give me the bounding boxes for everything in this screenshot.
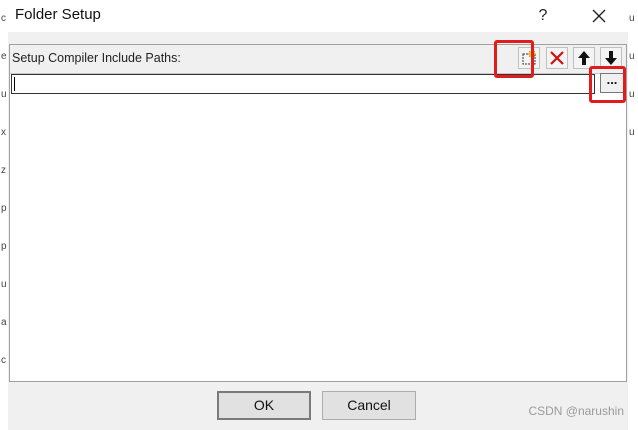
paths-list-scroll-area xyxy=(617,95,625,381)
text-caret xyxy=(14,77,15,91)
move-up-icon xyxy=(578,51,590,65)
background-window-right-edge: uuuu xyxy=(627,0,638,430)
dialog-title: Folder Setup xyxy=(15,6,101,23)
highlight-new-path-button xyxy=(494,40,534,78)
ok-button[interactable]: OK xyxy=(217,391,311,420)
folder-setup-dialog: Folder Setup ? Setup Compiler Include Pa… xyxy=(8,0,628,430)
move-down-icon xyxy=(605,51,617,65)
delete-path-button[interactable] xyxy=(546,47,568,69)
highlight-browse-button xyxy=(589,66,626,103)
delete-icon xyxy=(550,51,564,65)
title-bar: Folder Setup ? xyxy=(8,0,628,32)
close-icon xyxy=(592,9,606,23)
csdn-watermark: CSDN @narushin xyxy=(528,404,624,418)
close-button[interactable] xyxy=(576,0,622,32)
help-button[interactable]: ? xyxy=(520,0,566,32)
include-paths-panel: Setup Compiler Include Paths: ... xyxy=(9,44,627,382)
include-paths-label: Setup Compiler Include Paths: xyxy=(12,51,181,65)
cancel-button[interactable]: Cancel xyxy=(322,391,416,420)
